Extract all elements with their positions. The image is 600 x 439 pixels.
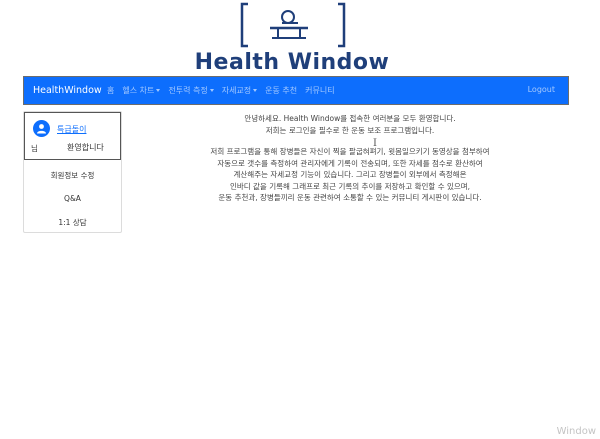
username-suffix: 님 [31,144,38,153]
user-sidebar: 특급돌이 님 환영합니다 회원정보 수정 Q&A 1:1 상담 [23,111,122,233]
nav-item-label: 커뮤니티 [305,86,335,95]
text-cursor-icon: I [373,138,377,149]
avatar [33,120,50,137]
intro-line: 저희 프로그램을 통해 장병들은 자신이 찍을 팔굽혀펴기, 윗몸일으키기 동영… [210,147,490,156]
sidebar-item-consult[interactable]: 1:1 상담 [24,217,121,228]
nav-item-exercise-recommend[interactable]: 운동 추천 [265,85,297,96]
intro-line: 안녕하세요. Health Window를 접속한 여러분을 모두 환영합니다. [244,114,456,123]
nav-item-label: 운동 추천 [265,86,298,95]
top-navbar: HealthWindow 홈 헬스 차트 전투력 측정 자세교정 운동 추천 커… [23,76,569,105]
nav-item-community[interactable]: 커뮤니티 [305,85,334,96]
logout-link[interactable]: Logout [528,85,555,94]
nav-item-label: 헬스 차트 [122,86,155,95]
navbar-brand[interactable]: HealthWindow [33,85,102,96]
intro-line: 계산해주는 자세교정 기능이 있습니다. 그리고 장병들이 외부에서 측정해온 [233,170,467,179]
intro-line: 인바디 값을 기록해 그래프로 최근 기록의 추이를 저장하고 확인할 수 있으… [229,181,471,191]
nav-item-health-chart[interactable]: 헬스 차트 [122,85,161,96]
user-icon [37,124,46,134]
sidebar-item-edit-profile[interactable]: 회원정보 수정 [24,170,121,181]
nav-menu: 홈 헬스 차트 전투력 측정 자세교정 운동 추천 커뮤니티 [107,85,343,96]
nav-item-home[interactable]: 홈 [107,85,114,96]
caret-down-icon [156,89,161,92]
caret-down-icon [253,89,258,92]
watermark-text: Window [556,426,596,437]
sidebar-item-qna[interactable]: Q&A [24,194,121,203]
nav-item-label: 자세교정 [221,86,252,95]
caret-down-icon [209,89,214,92]
nav-item-label: 전투력 측정 [168,86,208,95]
intro-line: 저희는 로그인을 필수로 한 운동 보조 프로그램입니다. [265,125,435,135]
nav-item-label: 홈 [107,86,115,95]
site-logo[interactable]: Health Window [172,2,412,75]
intro-line: 자동으로 갯수를 측정하여 관리자에게 기록이 전송되며, 또한 자세를 점수로… [217,158,483,168]
nav-item-posture-correction[interactable]: 자세교정 [221,85,258,96]
fitness-logo-icon [240,2,346,48]
intro-line: 운동 추천과, 장병들끼리 운동 관련하여 소통할 수 있는 커뮤니티 게시판이… [218,193,482,202]
username-link[interactable]: 특급돌이 [57,124,86,135]
welcome-text: 환영합니다 [67,143,104,152]
intro-text: 안녕하세요. Health Window를 접속한 여러분을 모두 환영합니다.… [160,113,540,204]
logo-text: Health Window [194,50,390,75]
profile-card: 특급돌이 님 환영합니다 [24,112,121,160]
nav-item-power-measure[interactable]: 전투력 측정 [168,85,214,96]
